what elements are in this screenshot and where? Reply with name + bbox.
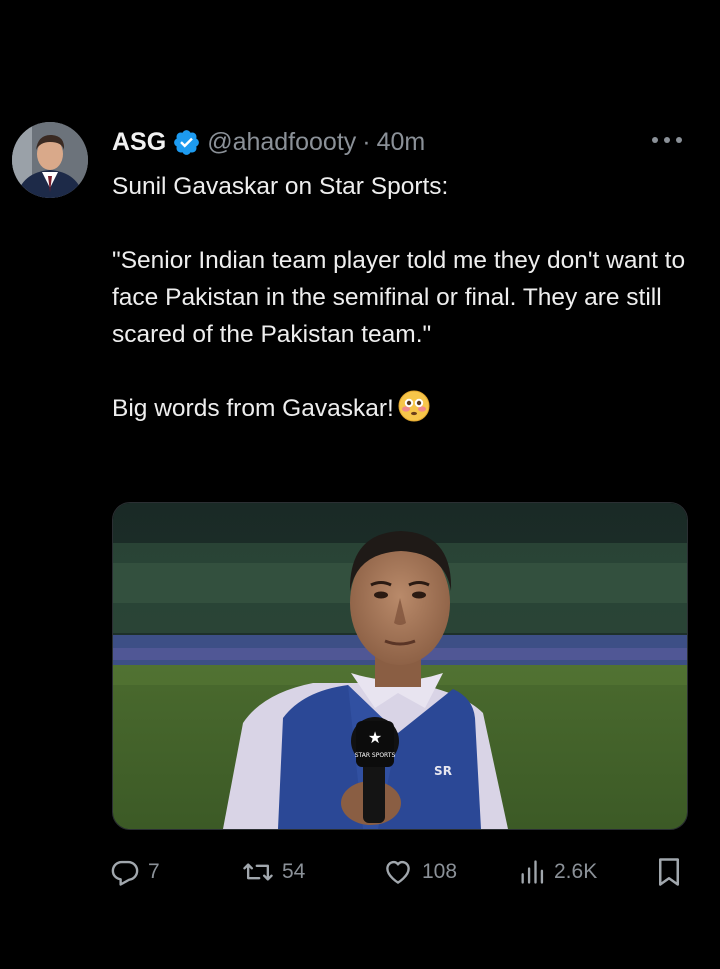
tweet-line: Sunil Gavaskar on Star Sports: [112,173,449,200]
bookmark-icon [659,858,679,886]
timestamp[interactable]: 40m [377,128,426,157]
svg-text:★: ★ [368,728,382,747]
like-icon [386,860,410,884]
tweet-closing-text: Big words from Gavaskar! [112,395,394,422]
reply-icon [111,860,139,886]
separator-dot: · [362,127,371,156]
verified-icon [172,128,201,157]
reply-count: 7 [148,860,160,883]
views-button[interactable]: 2.6K [518,852,597,892]
like-button[interactable]: 108 [382,852,457,892]
author-name[interactable]: ASG [112,128,166,157]
tweet-line: Big words from Gavaskar! [112,390,702,427]
jacket-logo: SR [434,764,452,778]
views-icon [521,860,544,884]
bookmark-button[interactable] [656,852,682,892]
reply-button[interactable]: 7 [110,852,160,892]
more-icon[interactable] [652,128,682,152]
tweet-text: Sunil Gavaskar on Star Sports: "Senior I… [112,168,702,427]
flushed-face-emoji-icon [398,390,430,422]
like-count: 108 [422,860,458,883]
views-count: 2.6K [554,860,598,883]
author-handle[interactable]: @ahadfoooty [207,128,356,157]
avatar-image [12,122,88,198]
mic-flag-label: STAR SPORTS [355,752,396,759]
repost-button[interactable]: 54 [242,852,305,892]
repost-count: 54 [282,860,306,883]
tweet-header: ASG @ahadfoooty · 40m [112,124,425,160]
author-avatar[interactable] [12,122,88,198]
repost-icon [243,863,273,881]
media-photo: ★ STAR SPORTS SR [113,503,687,829]
tweet-actions: 7 54 108 2.6K [110,852,690,892]
tweet-quote: "Senior Indian team player told me they … [112,247,686,348]
tweet-media-image[interactable]: ★ STAR SPORTS SR [112,502,688,830]
